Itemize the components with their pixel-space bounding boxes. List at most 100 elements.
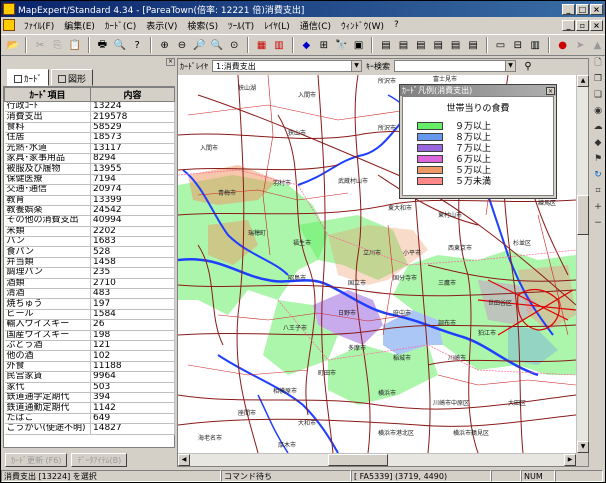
table-row[interactable]: 教育 13399: [4, 195, 175, 206]
key-search-input[interactable]: ▼: [394, 60, 516, 72]
data-item-button[interactable]: ﾃﾞｰﾀｱｲﾃﾑ(B): [71, 453, 128, 467]
layer-icon[interactable]: ▤: [378, 37, 393, 53]
layer5-icon[interactable]: ▤: [448, 37, 463, 53]
card-item-value[interactable]: 235: [90, 267, 175, 279]
table-row[interactable]: 国産ウイスキー 198: [4, 330, 175, 342]
menu-comm[interactable]: 通信(C): [295, 19, 336, 32]
zoom-icon[interactable]: 🔎: [192, 37, 207, 53]
car-icon[interactable]: ▲: [590, 37, 605, 53]
vertical-scroll-thumb[interactable]: [577, 195, 589, 235]
cut-icon[interactable]: ✂: [32, 37, 47, 53]
layer4-icon[interactable]: ▤: [431, 37, 446, 53]
scroll-down-icon[interactable]: ▼: [577, 441, 589, 453]
menu-search[interactable]: 検索(S): [182, 19, 223, 32]
menu-window[interactable]: ｳｨﾝﾄﾞｳ(W): [336, 19, 389, 32]
split-icon[interactable]: ⊟: [510, 37, 525, 53]
table-row[interactable]: たばこ 649: [4, 413, 175, 425]
zoom-out-icon[interactable]: ⊖: [174, 37, 189, 53]
table-row[interactable]: 食料 58529: [4, 122, 175, 134]
print-icon[interactable]: 🖶: [95, 37, 110, 53]
arrow-icon[interactable]: ➤: [572, 37, 587, 53]
copy-page-icon[interactable]: ❐: [594, 74, 602, 84]
table-row[interactable]: 焼ちゅう 197: [4, 298, 175, 310]
table-row[interactable]: 家具･家事用品 8294: [4, 153, 175, 165]
column-header-item[interactable]: ｶｰﾄﾞ項目: [4, 87, 91, 102]
document-icon[interactable]: [3, 19, 15, 31]
scroll-right-icon[interactable]: ▶: [564, 454, 576, 466]
page-icon[interactable]: 🗋: [594, 58, 601, 68]
card-item-value[interactable]: 649: [90, 413, 175, 425]
card-item-value[interactable]: 20974: [90, 184, 175, 196]
legend-window[interactable]: ｶｰﾄﾞ凡例(消費支出) × 世帯当りの食費 ９万以上 ８万以上 ７万以上 ６万以上 ５…: [399, 84, 557, 199]
doc-minimize-button[interactable]: _: [562, 19, 575, 31]
card-item-value[interactable]: 121: [90, 340, 175, 352]
menu-help[interactable]: ?: [389, 20, 404, 30]
table-row[interactable]: その他の消費支出 40994: [4, 215, 175, 227]
table-row[interactable]: 食パン 528: [4, 246, 175, 258]
tab-shape[interactable]: 図形: [51, 69, 94, 86]
table-row[interactable]: 調理パン 235: [4, 267, 175, 279]
table-row[interactable]: 交通･通信 20974: [4, 184, 175, 196]
doc-restore-button[interactable]: ▫: [576, 19, 589, 31]
maximize-button[interactable]: □: [576, 3, 589, 15]
table-row[interactable]: 米類 2202: [4, 226, 175, 238]
tab-card[interactable]: ｶｰﾄﾞ: [7, 69, 50, 86]
measure-icon[interactable]: ⊞: [316, 37, 331, 53]
table-icon[interactable]: ▥: [271, 37, 286, 53]
horizontal-scroll-thumb[interactable]: [328, 454, 388, 466]
layer3-icon[interactable]: ▤: [413, 37, 428, 53]
card-layer-select[interactable]: 1:消費支出 ▼: [212, 60, 362, 72]
minimize-button[interactable]: _: [562, 3, 575, 15]
card-item-value[interactable]: 1458: [90, 257, 175, 269]
table-row[interactable]: 光熱･水道 13117: [4, 143, 175, 154]
card-item-value[interactable]: 40994: [90, 215, 175, 227]
table-row[interactable]: 清酒 483: [4, 288, 175, 300]
card-item-value[interactable]: 1584: [90, 309, 175, 321]
minus-icon[interactable]: −: [594, 218, 602, 228]
vertical-scrollbar[interactable]: ▲ ▼: [576, 75, 589, 453]
doc-close-button[interactable]: ×: [590, 19, 603, 31]
card-item-value[interactable]: 2202: [90, 226, 175, 238]
card-item-value[interactable]: 14827: [90, 423, 175, 435]
card-item-value[interactable]: 198: [90, 330, 175, 342]
card-item-value[interactable]: 7194: [90, 174, 175, 186]
layers-icon[interactable]: ❏: [594, 90, 602, 100]
table-row[interactable]: 輸入ウイスキー 26: [4, 319, 175, 331]
crop-icon[interactable]: ⌗: [595, 186, 600, 196]
table-row[interactable]: 家代 503: [4, 382, 175, 393]
flag-icon[interactable]: ⚑: [594, 154, 602, 164]
card-item-value[interactable]: 394: [90, 392, 175, 404]
table-row[interactable]: ぶどう酒 121: [4, 340, 175, 352]
card-item-value[interactable]: 9964: [90, 371, 175, 383]
table-row[interactable]: 他の酒 102: [4, 350, 175, 362]
preview-icon[interactable]: 🔍: [112, 37, 127, 53]
zoom-all-icon[interactable]: ⊙: [226, 37, 241, 53]
help-icon[interactable]: ?: [129, 37, 144, 53]
table-row[interactable]: 被服及び履物 13955: [4, 163, 175, 175]
card-item-value[interactable]: 483: [90, 288, 175, 300]
cloud-icon[interactable]: ☁: [594, 122, 603, 132]
open-icon[interactable]: 📂: [5, 37, 20, 53]
layer6-icon[interactable]: ▤: [465, 37, 480, 53]
table-row[interactable]: 鉄道通学定期代 394: [4, 392, 175, 404]
plus-icon[interactable]: +: [594, 202, 602, 212]
table-row[interactable]: 保健医療 7194: [4, 174, 175, 186]
card-item-value[interactable]: 26: [90, 319, 175, 331]
title-bar[interactable]: MapExpert/Standard 4.34 - [PareaTown(倍率:…: [1, 1, 605, 17]
card-item-value[interactable]: 1142: [90, 402, 175, 414]
photo-icon[interactable]: ▣: [351, 37, 366, 53]
card-item-value[interactable]: 13955: [90, 163, 175, 175]
card-item-value[interactable]: 197: [90, 298, 175, 310]
card-item-value[interactable]: 1683: [90, 236, 175, 248]
table-row[interactable]: 行政ｺｰﾄﾞ 13224: [4, 101, 175, 113]
binoculars-icon[interactable]: ⚲: [520, 58, 536, 74]
table-row[interactable]: 鉄道通勤定期代 1142: [4, 402, 175, 414]
card-item-value[interactable]: 8294: [90, 153, 175, 165]
menu-edit[interactable]: 編集(E): [59, 19, 100, 32]
table-row[interactable]: 住居 18573: [4, 132, 175, 144]
card-item-value[interactable]: 24542: [90, 205, 175, 217]
horizontal-scrollbar[interactable]: ◀ ▶: [178, 453, 576, 466]
zoom-in-icon[interactable]: ⊕: [157, 37, 172, 53]
card-item-value[interactable]: 13224: [90, 101, 175, 113]
card-item-value[interactable]: 219578: [90, 111, 175, 123]
